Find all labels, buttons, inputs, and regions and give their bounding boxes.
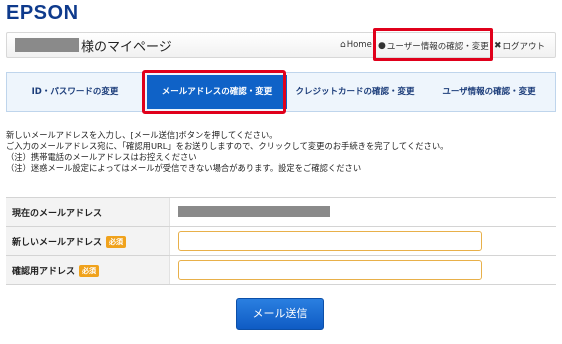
send-email-button[interactable]: メール送信	[236, 298, 324, 330]
tab-credit-card[interactable]: クレジットカードの確認・変更	[289, 73, 421, 111]
instruction-line: 新しいメールアドレスを入力し、[メール送信]ボタンを押してください。	[6, 130, 278, 140]
logout-link-label: ログアウト	[502, 42, 546, 52]
logout-link[interactable]: ✖ ログアウト	[494, 40, 545, 52]
email-tab-highlight-box	[142, 70, 286, 114]
page-title: 様のマイページ	[81, 40, 172, 55]
tab-user-info[interactable]: ユーザ情報の確認・変更	[425, 73, 553, 111]
user-info-highlight-box	[373, 28, 493, 61]
epson-logo: EPSON	[6, 2, 79, 24]
confirm-email-input[interactable]	[178, 260, 482, 280]
label-cell: 現在のメールアドレス	[6, 198, 170, 226]
home-link-label: Home	[346, 40, 372, 50]
instruction-line: （注）携帯電話のメールアドレスはお控えください	[6, 152, 197, 162]
confirm-email-row: 確認用アドレス 必須	[6, 256, 556, 285]
instruction-line: ご入力のメールアドレス宛に、「確認用URL」をお送りしますので、クリックして変更…	[6, 141, 449, 151]
current-email-row: 現在のメールアドレス	[6, 198, 556, 227]
required-badge: 必須	[106, 236, 127, 248]
home-link[interactable]: ⌂ Home	[340, 40, 372, 50]
new-email-input[interactable]	[178, 231, 482, 251]
label-cell: 新しいメールアドレス 必須	[6, 227, 170, 255]
confirm-email-label: 確認用アドレス 必須	[12, 264, 100, 277]
close-icon: ✖	[494, 41, 502, 51]
label-cell: 確認用アドレス 必須	[6, 256, 170, 284]
current-email-label: 現在のメールアドレス	[12, 209, 103, 219]
new-email-row: 新しいメールアドレス 必須	[6, 227, 556, 256]
tab-id-password[interactable]: ID・パスワードの変更	[11, 73, 139, 111]
new-email-label-text: 新しいメールアドレス	[12, 238, 103, 248]
instruction-line: （注）迷惑メール設定によってはメールが受信できない場合があります。設定をご確認く…	[6, 163, 362, 173]
email-change-form: 現在のメールアドレス 新しいメールアドレス 必須 確認用アドレス 必須	[6, 197, 556, 285]
home-icon: ⌂	[340, 40, 346, 50]
confirm-email-label-text: 確認用アドレス	[12, 267, 76, 277]
required-badge: 必須	[79, 265, 100, 277]
current-email-redacted	[178, 206, 330, 217]
user-name-redacted	[15, 38, 79, 52]
new-email-label: 新しいメールアドレス 必須	[12, 235, 127, 248]
instructions: 新しいメールアドレスを入力し、[メール送信]ボタンを押してください。 ご入力のメ…	[6, 130, 448, 174]
